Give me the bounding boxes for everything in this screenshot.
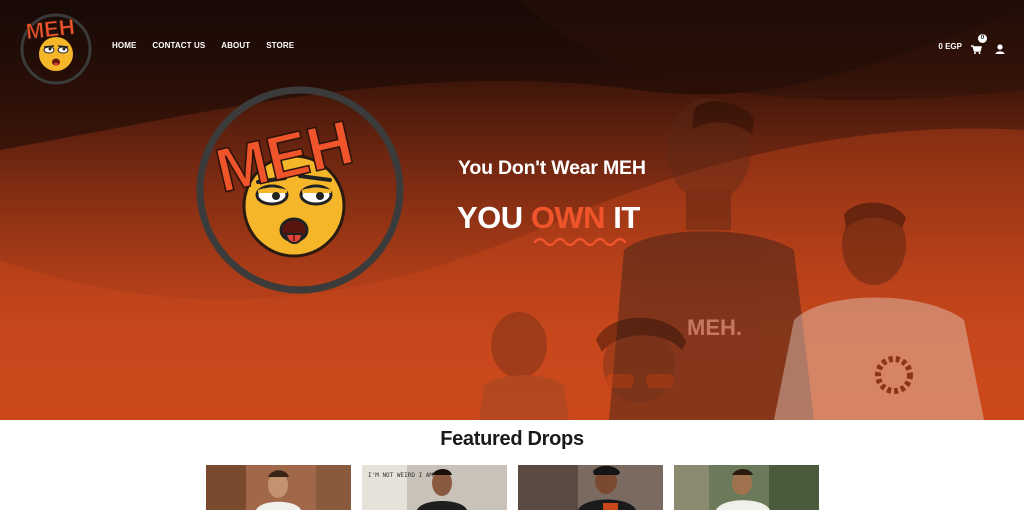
headline-word-you: YOU <box>457 200 523 235</box>
top-navigation-bar: MEH HOME CONTACT US ABOUT STORE 0 EGP 0 <box>0 0 1024 90</box>
featured-cards: I'M NOT WEIRD I AM <box>206 465 819 510</box>
shirt-print-text: MEH. <box>687 315 742 340</box>
featured-card-4[interactable] <box>674 465 819 510</box>
featured-card-3[interactable] <box>518 465 663 510</box>
featured-card-1[interactable] <box>206 465 351 510</box>
brand-logo[interactable]: MEH <box>18 8 96 86</box>
headline-word-own: OWN <box>530 200 606 235</box>
nav-home[interactable]: HOME <box>112 41 136 50</box>
product-image <box>674 465 819 510</box>
featured-drops-section: Featured Drops I'M NOT WEIRD I AM <box>0 420 1024 510</box>
headline-squiggle-underline <box>533 237 627 247</box>
hero-headline: YOU OWN IT <box>457 200 640 236</box>
nav-contact-us[interactable]: CONTACT US <box>152 41 205 50</box>
product-image <box>206 465 351 510</box>
headline-word-it: IT <box>613 200 640 235</box>
cart-button[interactable]: 0 <box>970 34 987 54</box>
product-image: I'M NOT WEIRD I AM <box>362 465 507 510</box>
logo-small-text: MEH <box>25 14 76 44</box>
user-icon <box>995 44 1005 54</box>
featured-title: Featured Drops <box>440 428 584 450</box>
nav-store[interactable]: STORE <box>266 41 294 50</box>
main-nav: HOME CONTACT US ABOUT STORE <box>112 41 294 50</box>
cart-icon <box>971 45 982 54</box>
hero-logo: MEH <box>196 86 404 294</box>
hero-section: MEH. MEH HOME CONTACT US ABOUT STORE 0 E… <box>0 0 1024 420</box>
cart-area: 0 EGP 0 <box>938 34 1006 54</box>
cart-total[interactable]: 0 EGP <box>938 42 962 51</box>
product-image <box>518 465 663 510</box>
nav-about[interactable]: ABOUT <box>221 41 250 50</box>
cart-count-badge: 0 <box>978 34 987 43</box>
featured-card-2[interactable]: I'M NOT WEIRD I AM <box>362 465 507 510</box>
hero-tagline: You Don't Wear MEH <box>458 157 646 179</box>
card-shirt-text: I'M NOT WEIRD I AM <box>368 472 433 479</box>
account-button[interactable] <box>994 40 1006 54</box>
